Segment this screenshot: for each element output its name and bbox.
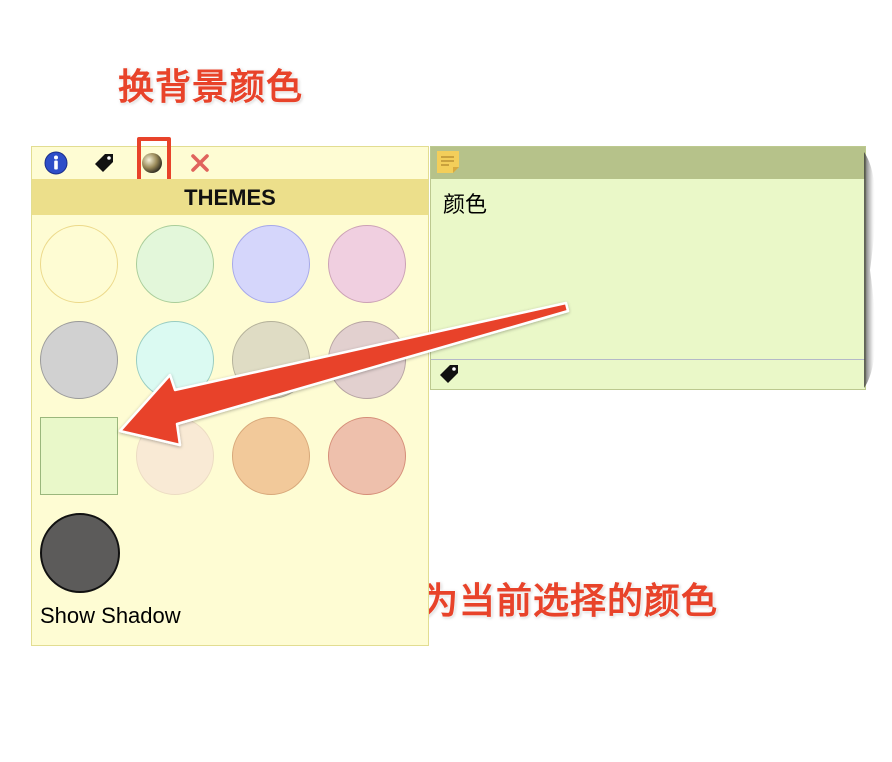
annotation-change-background-color: 换背景颜色 (118, 67, 304, 108)
highlight-theme-button (137, 137, 171, 185)
theme-swatch[interactable] (232, 321, 310, 399)
theme-swatch-selected[interactable] (40, 417, 118, 495)
theme-swatch[interactable] (40, 321, 118, 399)
note-text[interactable]: 颜色 (443, 187, 487, 219)
tag-icon[interactable] (437, 362, 461, 386)
panel-toolbar (32, 137, 428, 185)
theme-swatch[interactable] (328, 417, 406, 495)
theme-swatch[interactable] (136, 321, 214, 399)
sticky-note: 颜色 (430, 146, 866, 390)
theme-swatch[interactable] (232, 417, 310, 495)
note-header (431, 147, 865, 179)
info-icon[interactable] (44, 151, 68, 175)
note-footer (431, 359, 865, 389)
theme-swatch[interactable] (136, 417, 214, 495)
themes-header: THEMES (32, 179, 428, 215)
tag-icon[interactable] (92, 151, 116, 175)
theme-swatch[interactable] (136, 225, 214, 303)
note-icon[interactable] (435, 149, 461, 175)
show-shadow-toggle[interactable] (40, 513, 120, 593)
theme-swatch[interactable] (328, 225, 406, 303)
theme-swatch[interactable] (328, 321, 406, 399)
theme-swatch[interactable] (232, 225, 310, 303)
note-page-curl-shadow (864, 152, 876, 388)
close-icon[interactable] (188, 151, 212, 175)
show-shadow-label: Show Shadow (40, 603, 181, 628)
theme-swatch[interactable] (40, 225, 118, 303)
theme-panel: THEMES Show Shadow (31, 137, 429, 646)
